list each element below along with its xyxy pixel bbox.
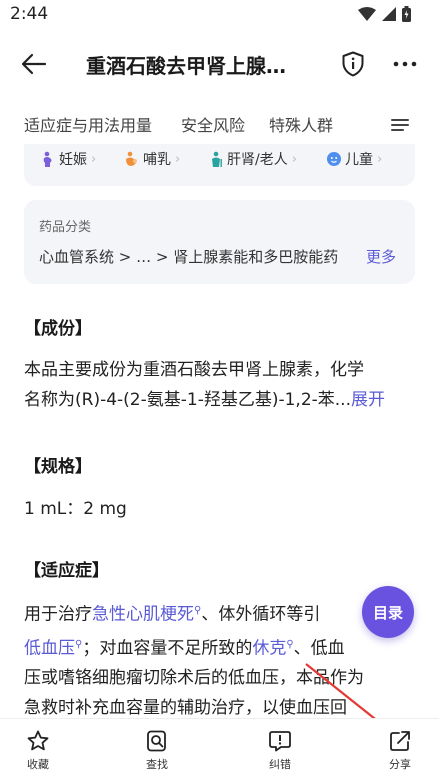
ingredients-line: 本品主要成份为重酒石酸去甲肾上腺素，化学: [24, 360, 364, 380]
find-label: 查找: [146, 758, 168, 771]
spec-heading: 【规格】: [24, 457, 92, 477]
more-button[interactable]: [390, 49, 420, 79]
indication-text-segment: 、体外循环等引: [201, 604, 321, 625]
find-button[interactable]: 查找: [127, 729, 187, 772]
status-time: 2:44: [10, 4, 49, 24]
favorite-button[interactable]: 收藏: [8, 729, 68, 772]
chevron-right-icon: ›: [377, 151, 383, 167]
ingredients-line: 名称为(R)-4-(2-氨基-1-羟基乙基)-1,2-苯...展开: [24, 385, 424, 415]
category-title: 药品分类: [39, 220, 92, 235]
special-population-card: 妊娠 › 哺乳 › 肝肾/老人 › 儿童 ›: [24, 144, 415, 186]
child-icon: [327, 152, 341, 166]
indication-text-segment: ；对血容量不足所致的: [82, 638, 253, 659]
indication-line: 压或嗜铬细胞瘤切除术后的低血压，本品作为: [24, 668, 364, 689]
spec-text: 1 mL：2 mg: [24, 499, 127, 519]
battery-icon: [402, 6, 411, 22]
more-dots-icon: [393, 61, 417, 67]
term-link-acute-mi[interactable]: 急性心肌梗死: [92, 605, 194, 625]
shield-info-icon: [342, 51, 364, 77]
search-doc-icon: [147, 730, 166, 752]
star-icon: [27, 730, 49, 751]
info-button[interactable]: [338, 49, 368, 79]
pregnant-icon: [43, 151, 52, 167]
drug-category-card: 药品分类 心血管系统 > … > 肾上腺素能和多巴胺能药 更多: [24, 200, 415, 284]
indication-text-segment: 用于治疗: [24, 604, 92, 625]
indication-line: 低血压⚲；对血容量不足所致的休克⚲、低血: [24, 630, 419, 664]
population-label: 肝肾/老人: [227, 152, 288, 168]
favorite-label: 收藏: [27, 758, 49, 771]
population-label: 妊娠: [59, 152, 87, 168]
status-bar: 2:44: [0, 0, 439, 34]
term-link-hypotension[interactable]: 低血压: [24, 638, 75, 658]
search-small-icon: ⚲: [286, 638, 294, 650]
term-link-shock[interactable]: 休克: [252, 638, 286, 658]
bottom-toolbar: 收藏 查找 纠错 分享: [0, 718, 439, 780]
chevron-right-icon: ›: [291, 151, 297, 167]
share-icon: [390, 731, 410, 751]
section-tabs: 适应症与用法用量 安全风险 特殊人群: [0, 104, 439, 144]
app-header: 重酒石酸去甲肾上腺…: [0, 34, 439, 94]
back-arrow-icon: [21, 53, 47, 75]
share-label: 分享: [389, 758, 411, 771]
page-title: 重酒石酸去甲肾上腺…: [86, 54, 286, 78]
population-label: 哺乳: [143, 152, 171, 168]
status-icons: [358, 6, 411, 22]
category-more-link[interactable]: 更多: [366, 246, 396, 267]
indication-text-segment: 、低血: [293, 638, 345, 659]
feedback-icon: [269, 731, 291, 752]
share-button[interactable]: 分享: [370, 729, 430, 772]
population-children[interactable]: 儿童 ›: [326, 149, 382, 169]
population-breastfeeding[interactable]: 哺乳 ›: [124, 149, 180, 169]
signal-icon: [382, 7, 396, 21]
ingredients-text: 本品主要成份为重酒石酸去甲肾上腺素，化学 名称为(R)-4-(2-氨基-1-羟基…: [24, 355, 424, 415]
population-pregnancy[interactable]: 妊娠 ›: [40, 149, 96, 169]
tab-menu-icon[interactable]: [389, 114, 411, 136]
tab-special-population[interactable]: 特殊人群: [269, 112, 333, 136]
elderly-icon: [212, 151, 222, 167]
chevron-right-icon: ›: [175, 151, 181, 167]
population-label: 儿童: [345, 152, 373, 168]
ingredients-line-text: 名称为(R)-4-(2-氨基-1-羟基乙基)-1,2-苯...: [24, 390, 351, 410]
chevron-right-icon: ›: [91, 151, 97, 167]
ingredients-heading: 【成份】: [24, 319, 92, 339]
report-error-label: 纠错: [269, 758, 291, 771]
report-error-button[interactable]: 纠错: [250, 729, 310, 772]
toc-button[interactable]: 目录: [362, 586, 414, 638]
indication-text: 用于治疗急性心肌梗死⚲、体外循环等引 低血压⚲；对血容量不足所致的休克⚲、低血 …: [24, 596, 419, 723]
tab-safety-risk[interactable]: 安全风险: [181, 112, 245, 136]
breastfeeding-icon: [126, 151, 137, 166]
tab-indication-usage[interactable]: 适应症与用法用量: [24, 112, 152, 136]
category-path: 心血管系统 > … > 肾上腺素能和多巴胺能药: [39, 248, 339, 266]
expand-link[interactable]: 展开: [351, 390, 385, 410]
wifi-icon: [358, 7, 376, 21]
indication-line: 用于治疗急性心肌梗死⚲、体外循环等引: [24, 596, 419, 630]
indication-heading: 【适应症】: [24, 561, 109, 581]
back-button[interactable]: [18, 48, 50, 80]
population-liver-kidney-elderly[interactable]: 肝肾/老人 ›: [208, 149, 297, 169]
